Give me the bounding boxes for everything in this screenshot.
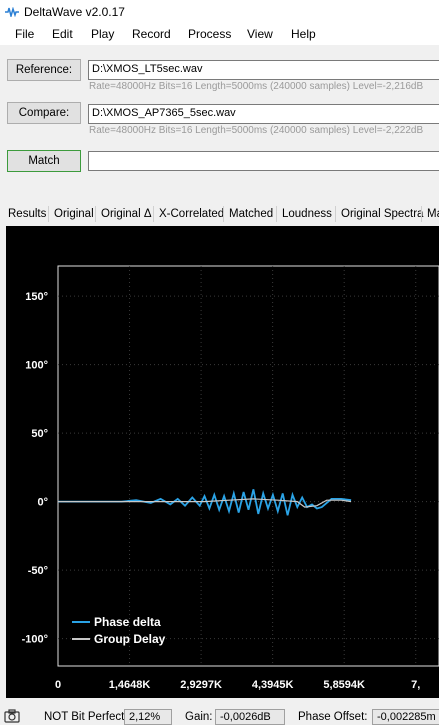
y-tick-label: -50° — [28, 565, 48, 577]
tab-divider — [95, 206, 96, 222]
legend-label: Group Delay — [94, 632, 166, 646]
reference-meta: Rate=48000Hz Bits=16 Length=5000ms (2400… — [89, 81, 424, 92]
tab-divider — [276, 206, 277, 222]
camera-icon[interactable] — [4, 709, 20, 723]
compare-meta: Rate=48000Hz Bits=16 Length=5000ms (2400… — [89, 125, 424, 136]
menu-help[interactable]: Help — [291, 27, 316, 41]
tab-divider — [153, 206, 154, 222]
x-tick-label: 5,8594K — [323, 679, 365, 691]
phase-offset-value: -0,002285m — [372, 709, 439, 725]
x-tick-label: 4,3945K — [252, 679, 294, 691]
match-button[interactable]: Match — [7, 150, 81, 172]
reference-path-field[interactable]: D:\XMOS_LT5sec.wav — [88, 60, 439, 80]
tab-more[interactable]: Ma — [427, 204, 439, 224]
x-tick-label: 0 — [55, 679, 61, 691]
tab-divider — [335, 206, 336, 222]
menu-bar: File Edit Play Record Process View Help — [0, 24, 439, 45]
reference-button[interactable]: Reference: — [7, 59, 81, 81]
phase-chart[interactable]: 150° 100° 50° 0° -50° -100° 0 1,4648K 2,9297K 4,3… — [6, 226, 439, 698]
x-tick-label: 7, — [411, 679, 420, 691]
y-tick-label: 150° — [25, 291, 48, 303]
tab-results[interactable]: Results — [8, 204, 46, 224]
menu-process[interactable]: Process — [188, 27, 231, 41]
tab-matched[interactable]: Matched — [229, 204, 273, 224]
window-title: DeltaWave v2.0.17 — [24, 5, 125, 19]
compare-path-field[interactable]: D:\XMOS_AP7365_5sec.wav — [88, 104, 439, 124]
y-tick-label: 50° — [31, 428, 48, 440]
y-tick-label: 100° — [25, 360, 48, 372]
tab-divider — [48, 206, 49, 222]
tab-divider — [421, 206, 422, 222]
menu-record[interactable]: Record — [132, 27, 171, 41]
title-bar: DeltaWave v2.0.17 — [0, 0, 439, 24]
tab-divider — [223, 206, 224, 222]
x-tick-label: 1,4648K — [109, 679, 151, 691]
phase-offset-label: Phase Offset: — [298, 711, 368, 723]
menu-play[interactable]: Play — [91, 27, 114, 41]
menu-file[interactable]: File — [15, 27, 34, 41]
tab-original-delta[interactable]: Original Δ — [101, 204, 152, 224]
gain-label: Gain: — [185, 711, 213, 723]
bit-perfect-value: 2,12% — [124, 709, 172, 725]
menu-edit[interactable]: Edit — [52, 27, 73, 41]
status-bar: NOT Bit Perfect 2,12% Gain: -0,0026dB Ph… — [0, 700, 439, 725]
match-field[interactable] — [88, 151, 439, 171]
menu-view[interactable]: View — [247, 27, 273, 41]
plot-area — [57, 265, 439, 667]
app-icon — [5, 7, 19, 17]
x-tick-label: 2,9297K — [180, 679, 222, 691]
tab-strip: Results Original Original Δ X-Correlated… — [0, 204, 439, 224]
tab-loudness[interactable]: Loudness — [282, 204, 332, 224]
y-tick-label: -100° — [22, 634, 48, 646]
bit-perfect-label: NOT Bit Perfect — [44, 711, 125, 723]
legend-label: Phase delta — [94, 615, 161, 629]
tab-original[interactable]: Original — [54, 204, 94, 224]
tab-x-correlated[interactable]: X-Correlated — [159, 204, 224, 224]
gain-value: -0,0026dB — [215, 709, 285, 725]
plot-panel: 150° 100° 50° 0° -50° -100° 0 1,4648K 2,9297K 4,3… — [6, 226, 439, 698]
compare-button[interactable]: Compare: — [7, 102, 81, 124]
tab-original-spectra[interactable]: Original Spectra — [341, 204, 423, 224]
y-tick-label: 0° — [37, 497, 48, 509]
